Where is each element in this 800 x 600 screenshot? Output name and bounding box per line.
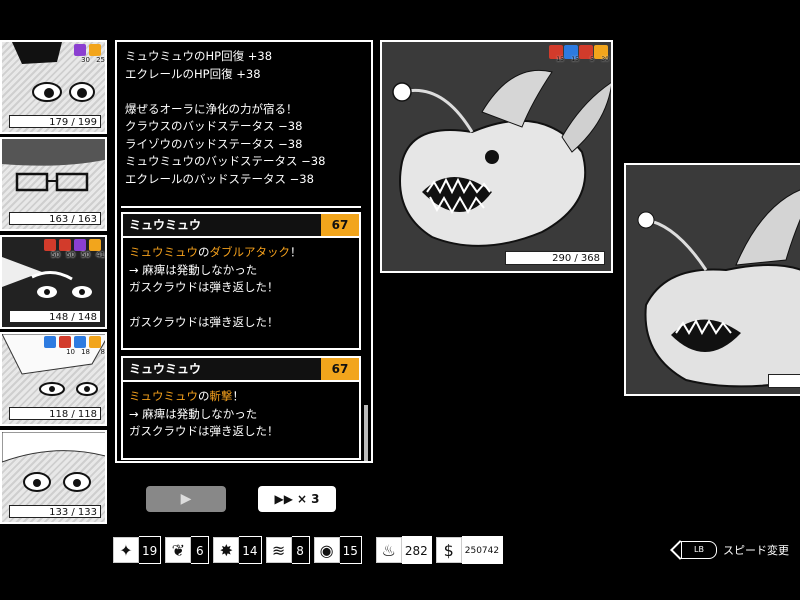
buff-icon: 50 [44, 239, 60, 259]
card-cost: 67 [321, 214, 359, 236]
enemy-buffs: 15 15 5 30 [549, 45, 609, 63]
party-member-1[interactable]: 30 25 179 / 199 [0, 40, 107, 134]
resource-food: ♨ 282 [375, 535, 432, 565]
buff-icon: 15 [549, 45, 564, 63]
party-member-2[interactable]: 163 / 163 [0, 137, 107, 231]
log-line: ミュウミュウのバッドステータス −38 [125, 154, 326, 168]
enemy-anglerfish-side[interactable] [624, 163, 800, 396]
burst-icon: ✸ [213, 537, 240, 563]
log-card-2: ミュウミュウ 67 ミュウミュウの斬撃！ → 麻痺は発動しなかった ガスクラウドは… [121, 356, 361, 460]
buff-icon: 41 [89, 239, 105, 259]
hint-label: スピード変更 [723, 544, 789, 557]
food-icon: ♨ [375, 537, 402, 563]
card-body: ミュウミュウのダブルアタック！ → 麻痺は発動しなかった ガスクラウドは弾き返し… [129, 245, 302, 329]
hp-readout: 179 / 199 [9, 115, 101, 128]
speed-button[interactable]: ▶▶ × 3 [258, 486, 336, 512]
resource-wind: ≋ 8 [265, 535, 310, 565]
play-button[interactable]: ▶ [146, 486, 226, 512]
resource-shell: ◉ 15 [313, 535, 362, 565]
buff-icon: 30 [594, 45, 609, 63]
buff-icon: 18 [74, 336, 90, 356]
buff-icon: 15 [564, 45, 579, 63]
card-actor: ミュウミュウ 67 [123, 358, 359, 382]
fast-forward-icon: ▶▶ [274, 492, 293, 506]
anglerfish-image [626, 165, 800, 394]
buff-icon: 10 [59, 336, 75, 356]
hp-readout: 163 / 163 [9, 212, 101, 225]
log-line: クラウスのバッドステータス −38 [125, 119, 303, 133]
buff-icon: 5 [579, 45, 594, 63]
party-member-5[interactable]: 133 / 133 [0, 430, 107, 524]
log-card-1: ミュウミュウ 67 ミュウミュウのダブルアタック！ → 麻痺は発動しなかった ガス… [121, 212, 361, 350]
anglerfish-image [382, 42, 611, 271]
log-line: 爆ぜるオーラに浄化の力が宿る！ [125, 101, 298, 116]
enemy-hp-readout: 290 / 368 [505, 251, 605, 265]
battle-log[interactable]: ミュウミュウのHP回復 +38 エクレールのHP回復 +38 爆ぜるオーラに浄化… [115, 40, 373, 463]
log-scrollbar[interactable] [364, 405, 368, 461]
enemy-anglerfish-main[interactable]: 15 15 5 30 290 / 368 [380, 40, 613, 273]
money-bag-icon: $ [435, 537, 462, 563]
speed-change-hint: LB スピード変更 [681, 541, 789, 559]
status-icons: 50 50 50 41 [44, 239, 105, 259]
card-actor: ミュウミュウ 67 [123, 214, 359, 238]
party-member-3[interactable]: 50 50 50 41 148 / 148 [0, 235, 107, 329]
log-line: ミュウミュウのHP回復 +38 [125, 49, 273, 63]
resource-burst: ✸ 14 [213, 535, 262, 565]
hp-readout: 118 / 118 [9, 407, 101, 420]
buff-icon: 8 [89, 336, 105, 356]
herb-icon: ❦ [165, 537, 192, 563]
card-cost: 67 [321, 358, 359, 380]
buff-icon: 50 [59, 239, 75, 259]
status-icons: 10 18 8 [44, 336, 105, 356]
lb-button-icon: LB [681, 541, 717, 559]
resource-money: $250742 [435, 535, 504, 565]
buff-icon: 30 [74, 44, 90, 64]
resource-bar: ✦ 19 ❦ 6 ✸ 14 ≋ 8 ◉ 15 ♨ 282 $250742 [113, 535, 507, 565]
log-divider [121, 206, 361, 208]
buff-icon: 25 [89, 44, 105, 64]
status-icons: 30 25 [74, 44, 105, 64]
resource-halo: ✦ 19 [113, 535, 162, 565]
hp-readout: 148 / 148 [9, 310, 101, 323]
speed-label: × 3 [296, 492, 320, 506]
halo-icon: ✦ [113, 537, 139, 563]
wind-icon: ≋ [265, 537, 292, 563]
shell-icon: ◉ [313, 537, 340, 563]
buff-icon: 50 [74, 239, 90, 259]
log-line: ライゾウのバッドステータス −38 [125, 136, 303, 151]
card-body: ミュウミュウの斬撃！ → 麻痺は発動しなかった ガスクラウドは弾き返した！ [129, 389, 279, 438]
log-previous-entry: ミュウミュウのHP回復 +38 エクレールのHP回復 +38 爆ぜるオーラに浄化… [125, 48, 363, 188]
resource-herb: ❦ 6 [165, 535, 210, 565]
log-line: エクレールのバッドステータス −38 [125, 171, 314, 186]
buff-icon [44, 336, 58, 352]
hp-readout: 133 / 133 [9, 505, 101, 518]
enemy-hp-readout [768, 374, 800, 388]
log-line: エクレールのHP回復 +38 [125, 66, 261, 81]
party-member-4[interactable]: 10 18 8 118 / 118 [0, 332, 107, 426]
